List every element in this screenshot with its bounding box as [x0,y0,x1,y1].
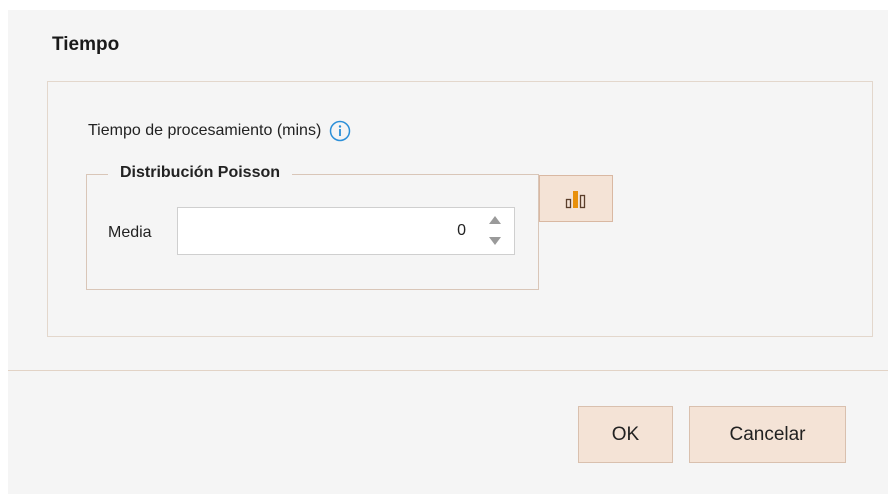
chevron-up-icon[interactable] [480,210,510,230]
chevron-down-icon[interactable] [480,231,510,251]
distribution-legend: Distribución Poisson [108,164,293,182]
processing-time-row: Tiempo de procesamiento (mins) [88,120,351,142]
media-label: Media [108,224,152,241]
media-spinner [480,210,510,252]
processing-time-label: Tiempo de procesamiento (mins) [88,122,322,139]
info-icon[interactable] [329,120,351,142]
cancel-button[interactable]: Cancelar [689,406,846,463]
ok-button[interactable]: OK [578,406,673,463]
media-stepper [177,207,515,255]
media-input[interactable] [178,208,474,254]
dialog-title: Tiempo [52,34,120,55]
show-distribution-chart-button[interactable] [539,175,613,222]
footer-divider [8,370,888,371]
bar-chart-icon [565,190,586,208]
